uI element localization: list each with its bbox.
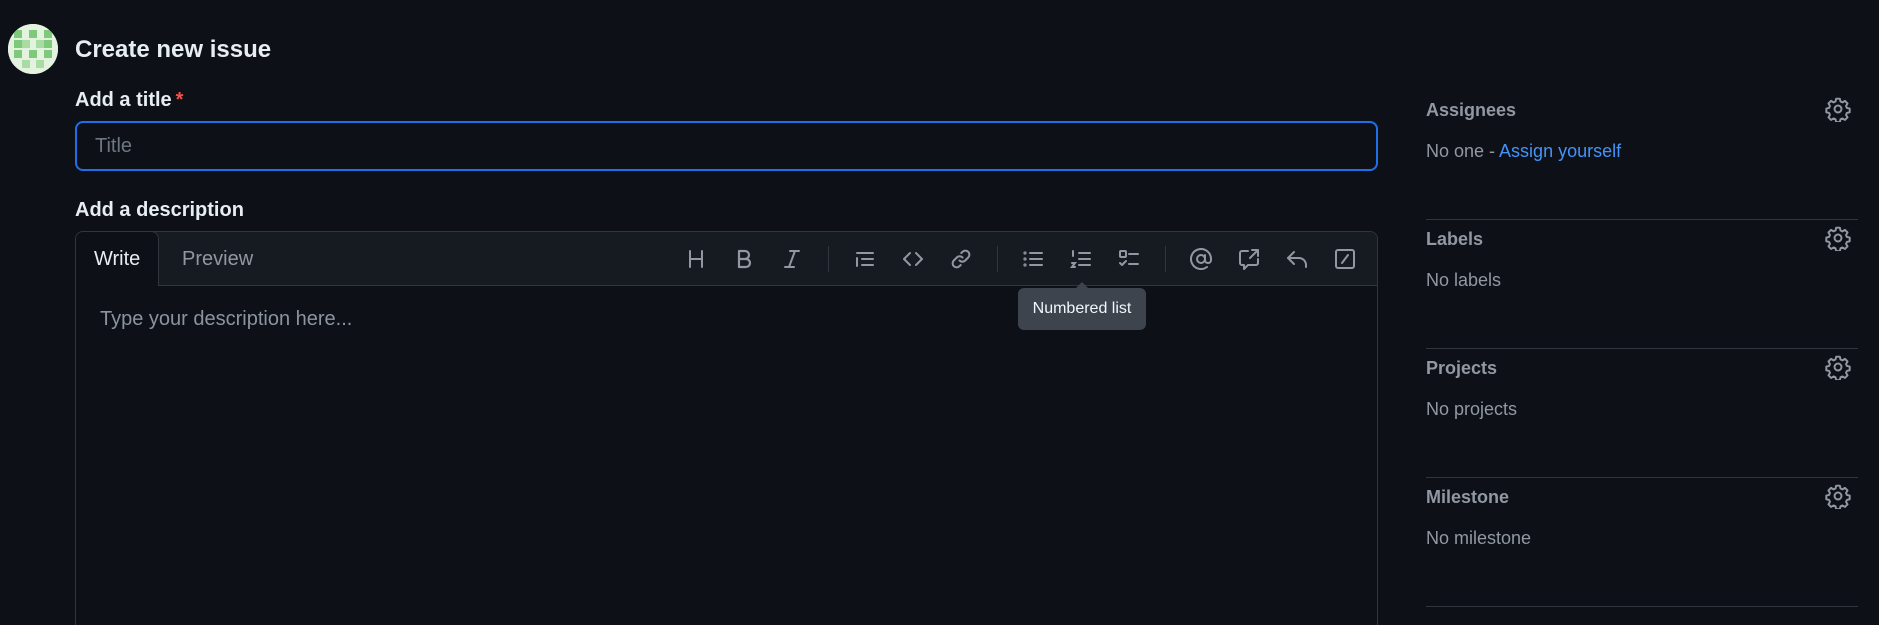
assign-yourself-link[interactable]: Assign yourself — [1499, 141, 1621, 161]
italic-button[interactable] — [775, 243, 809, 275]
assignees-heading: Assignees — [1426, 100, 1517, 120]
task-list-icon — [1119, 250, 1139, 266]
reply-icon — [1287, 251, 1307, 268]
link-icon — [951, 249, 971, 269]
page-title: Create new issue — [75, 36, 272, 63]
milestone-gear-button[interactable] — [1824, 482, 1852, 510]
projects-heading: Projects — [1426, 358, 1498, 378]
unordered-list-button[interactable] — [1016, 243, 1050, 275]
labels-gear-button[interactable] — [1824, 224, 1852, 252]
labels-value: No labels — [1426, 270, 1502, 290]
cross-reference-button[interactable] — [1232, 243, 1266, 275]
quote-button[interactable] — [848, 243, 882, 275]
editor-body — [76, 286, 1377, 625]
assignees-none-text: No one - — [1426, 141, 1500, 161]
create-issue-page: Create new issue Add a title* Add a desc… — [0, 0, 1879, 625]
title-input[interactable] — [75, 121, 1378, 171]
sidebar-labels: Labels No labels — [1426, 219, 1858, 349]
title-label-text: Add a title — [75, 89, 172, 111]
labels-heading: Labels — [1426, 229, 1484, 249]
projects-value: No projects — [1426, 399, 1518, 419]
link-button[interactable] — [944, 243, 978, 275]
numbered-list-tooltip: Numbered list — [1018, 282, 1146, 330]
bold-button[interactable] — [727, 243, 761, 275]
heading-button[interactable] — [679, 243, 713, 275]
heading-icon — [689, 250, 703, 268]
bold-icon — [737, 249, 752, 269]
sidebar-assignees: Assignees No one - Assign yourself — [1426, 90, 1858, 220]
code-button[interactable] — [896, 243, 930, 275]
numbered-list-icon — [1070, 250, 1091, 268]
avatar[interactable] — [8, 24, 58, 74]
required-marker: * — [175, 89, 184, 111]
assignees-value: No one - Assign yourself — [1426, 141, 1621, 162]
milestone-value: No milestone — [1426, 528, 1532, 548]
mention-button[interactable] — [1184, 243, 1218, 275]
slash-commands-icon — [1335, 249, 1355, 269]
quote-icon — [856, 252, 874, 267]
cross-reference-icon — [1239, 249, 1259, 270]
gear-icon — [1825, 484, 1851, 509]
tab-preview[interactable]: Preview — [164, 232, 271, 287]
numbered-list-button[interactable] — [1064, 243, 1098, 275]
slash-commands-button[interactable] — [1328, 243, 1362, 275]
mention-icon — [1190, 248, 1212, 270]
toolbar-divider — [1165, 246, 1166, 272]
description-editor: Write Preview — [75, 231, 1378, 625]
saved-replies-button[interactable] — [1280, 243, 1314, 275]
sidebar-projects: Projects No projects — [1426, 348, 1858, 478]
sidebar-milestone: Milestone No milestone — [1426, 477, 1858, 607]
toolbar-divider — [828, 246, 829, 272]
description-textarea[interactable] — [76, 286, 1377, 625]
code-icon — [903, 252, 923, 266]
description-label: Add a description — [75, 199, 244, 221]
gear-icon — [1825, 97, 1851, 122]
gear-icon — [1825, 355, 1851, 380]
task-list-button[interactable] — [1112, 243, 1146, 275]
projects-gear-button[interactable] — [1824, 353, 1852, 381]
toolbar-divider — [997, 246, 998, 272]
unordered-list-icon — [1023, 251, 1043, 267]
assignees-gear-button[interactable] — [1824, 95, 1852, 123]
editor-header: Write Preview — [76, 232, 1377, 287]
italic-icon — [784, 250, 800, 268]
milestone-heading: Milestone — [1426, 487, 1510, 507]
title-label: Add a title * — [75, 89, 183, 112]
tab-write[interactable]: Write — [76, 232, 160, 287]
gear-icon — [1825, 226, 1851, 251]
